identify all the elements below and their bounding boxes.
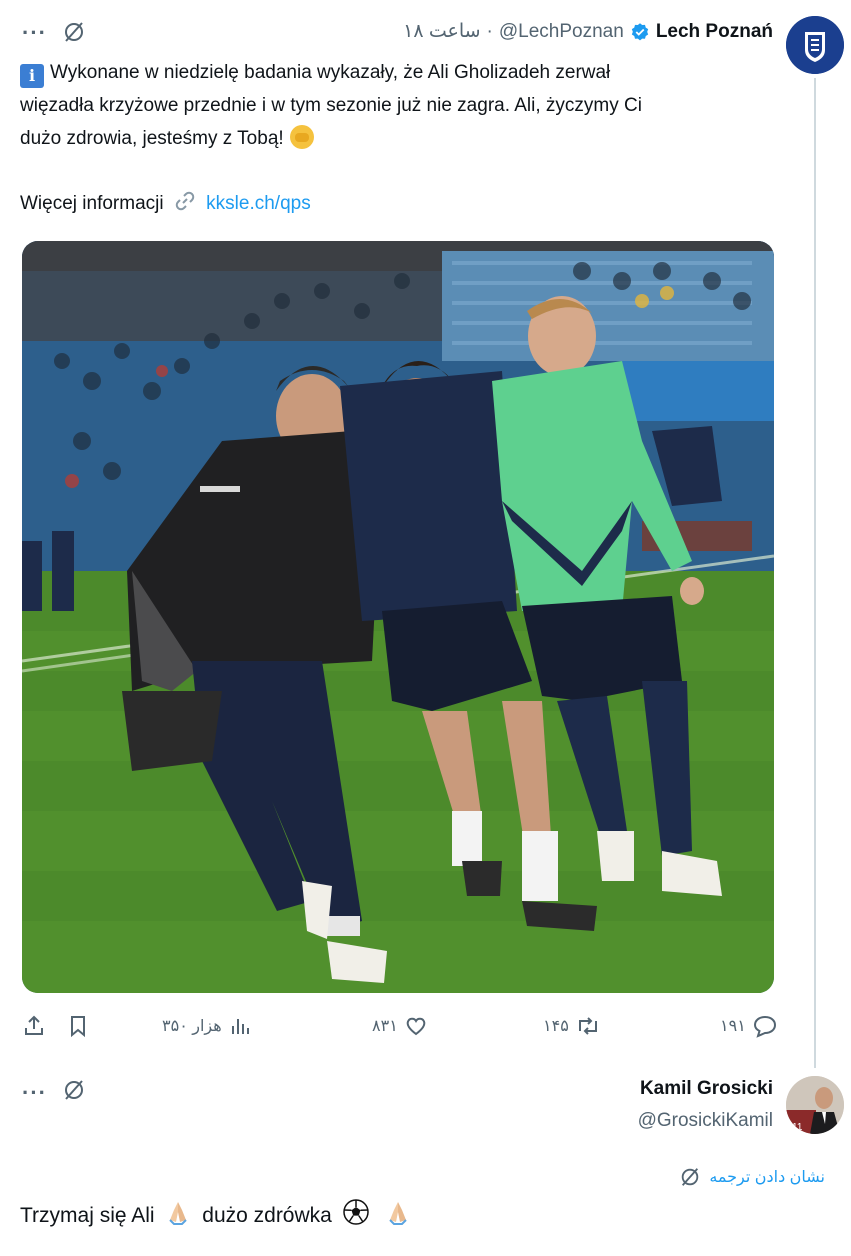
verified-badge-icon [631, 22, 648, 40]
reply-text-part1: Trzymaj się Ali [20, 1204, 155, 1227]
translate-button[interactable]: نشان دادن ترجمه [679, 1166, 825, 1188]
heart-icon [406, 1017, 426, 1036]
share-button[interactable] [22, 1010, 46, 1042]
tweet-text-line3: dużo zdrowia, jesteśmy z Tobą! [20, 128, 284, 149]
views-bar-chart-icon [231, 1019, 249, 1034]
tweet-body: i Wykonane w niedzielę badania wykazały, … [20, 56, 760, 155]
tweet-header: ۱۸ ساعت · @LechPoznan Lech Poznań [403, 20, 773, 43]
reply-body: Trzymaj się Ali dużo zdrówka [20, 1198, 416, 1234]
lech-poznan-avatar[interactable] [786, 16, 844, 74]
tweet-link[interactable]: kksle.ch/qps [206, 193, 311, 214]
tweet-photo[interactable] [22, 241, 774, 993]
tweet-time[interactable]: ۱۸ ساعت [403, 20, 480, 43]
soccer-ball-emoji [342, 1199, 369, 1225]
kamil-grosicki-avatar[interactable]: 11 [786, 1076, 844, 1134]
translate-label: نشان دادن ترجمه [709, 1169, 825, 1186]
bookmark-icon [71, 1016, 85, 1038]
views-button[interactable]: ۳۵۰ هزار [162, 1010, 252, 1042]
grok-icon[interactable] [62, 20, 86, 49]
reply-author-handle[interactable]: @GrosickiKamil [638, 1110, 773, 1132]
more-options-icon[interactable]: ··· [22, 22, 47, 44]
svg-text:11: 11 [792, 1122, 803, 1133]
stadium-photo-illustration [22, 241, 774, 993]
link-chain-icon [175, 191, 195, 211]
praying-hands-emoji-2 [388, 1202, 407, 1225]
author-name[interactable]: Lech Poznań [656, 21, 773, 43]
more-info-line: Więcej informacji kksle.ch/qps [20, 189, 311, 219]
retweet-icon [578, 1017, 597, 1035]
like-count: ۸۳۱ [372, 1018, 398, 1035]
reply-author-name[interactable]: Kamil Grosicki [640, 1078, 773, 1100]
tweet-text-line2: więzadła krzyżowe przednie i w tym sezon… [20, 95, 642, 116]
reply-grok-icon[interactable] [62, 1078, 86, 1107]
like-button[interactable]: ۸۳۱ [372, 1010, 428, 1042]
author-handle[interactable]: @LechPoznan [499, 21, 624, 43]
bookmark-button[interactable] [66, 1010, 90, 1042]
reply-button[interactable]: ۱۹۱ [720, 1010, 778, 1042]
header-separator: · [486, 20, 493, 42]
views-count: ۳۵۰ هزار [162, 1018, 222, 1035]
praying-hands-emoji [169, 1202, 188, 1225]
retweet-count: ۱۴۵ [543, 1018, 569, 1035]
reply-more-options-icon[interactable]: ··· [22, 1082, 47, 1104]
tweet-text-line1: Wykonane w niedzielę badania wykazały, ż… [50, 62, 611, 83]
info-icon: i [20, 64, 44, 88]
share-icon [25, 1015, 43, 1035]
reply-text-part2: dużo zdrówka [202, 1204, 332, 1227]
more-info-label: Więcej informacji [20, 193, 164, 214]
translate-globe-icon [682, 1168, 699, 1186]
reply-count: ۱۹۱ [720, 1018, 746, 1035]
raised-fist-emoji [289, 125, 314, 149]
reply-bubble-icon [753, 1015, 776, 1038]
thread-connector-line [814, 78, 816, 1068]
retweet-button[interactable]: ۱۴۵ [543, 1010, 601, 1042]
